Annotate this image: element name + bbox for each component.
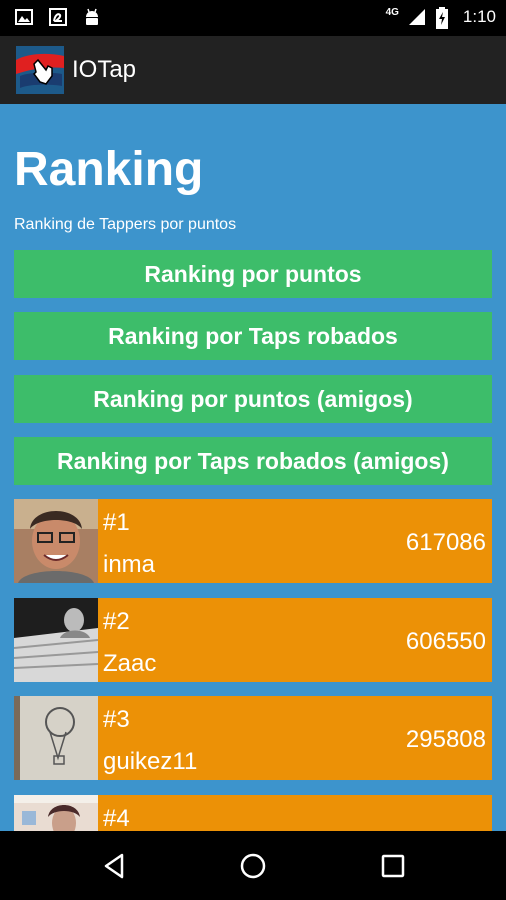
avatar — [14, 598, 98, 682]
clock: 1:10 — [462, 7, 496, 26]
page-subtitle: Ranking de Tappers por puntos — [14, 216, 237, 233]
back-icon[interactable] — [96, 848, 132, 884]
user-name: guikez11 — [103, 748, 198, 775]
user-name: inma — [103, 551, 156, 578]
user-name: Zaac — [103, 650, 157, 677]
rank-label: #4 — [103, 805, 130, 831]
ranking-row[interactable]: #4 — [14, 795, 492, 831]
rank-label: #2 — [103, 608, 130, 635]
status-bar: 4G 1:10 — [0, 0, 506, 36]
signal-icon — [407, 7, 427, 27]
avatar — [14, 696, 98, 780]
avatar — [14, 795, 98, 831]
ranking-row[interactable]: #2 Zaac 606550 — [14, 598, 492, 682]
iotap-logo-icon[interactable] — [16, 46, 64, 94]
score-value: 606550 — [405, 628, 486, 655]
app-title: IOTap — [72, 56, 137, 83]
image-icon — [14, 7, 34, 27]
action-bar: IOTap — [0, 36, 506, 104]
score-value: 617086 — [405, 529, 486, 556]
recents-icon[interactable] — [375, 848, 411, 884]
rank-label: #1 — [103, 509, 130, 536]
ranking-points-friends-button[interactable]: Ranking por puntos (amigos) — [14, 375, 492, 423]
network-type-label: 4G — [385, 7, 399, 18]
ranking-row[interactable]: #3 guikez11 295808 — [14, 696, 492, 780]
avatar — [14, 499, 98, 583]
ranking-stolen-taps-friends-button[interactable]: Ranking por Taps robados (amigos) — [14, 437, 492, 485]
page-title: Ranking — [14, 143, 204, 196]
home-icon[interactable] — [235, 848, 271, 884]
ranking-stolen-taps-button[interactable]: Ranking por Taps robados — [14, 312, 492, 360]
main-content: Ranking Ranking de Tappers por puntos Ra… — [0, 104, 506, 831]
battery-charging-icon — [435, 7, 455, 29]
ranking-row[interactable]: #1 inma 617086 — [14, 499, 492, 583]
android-icon — [82, 7, 102, 27]
ranking-points-button[interactable]: Ranking por puntos — [14, 250, 492, 298]
rank-label: #3 — [103, 706, 130, 733]
score-value: 295808 — [405, 726, 486, 753]
font-icon — [48, 7, 68, 27]
navigation-bar — [0, 831, 506, 900]
